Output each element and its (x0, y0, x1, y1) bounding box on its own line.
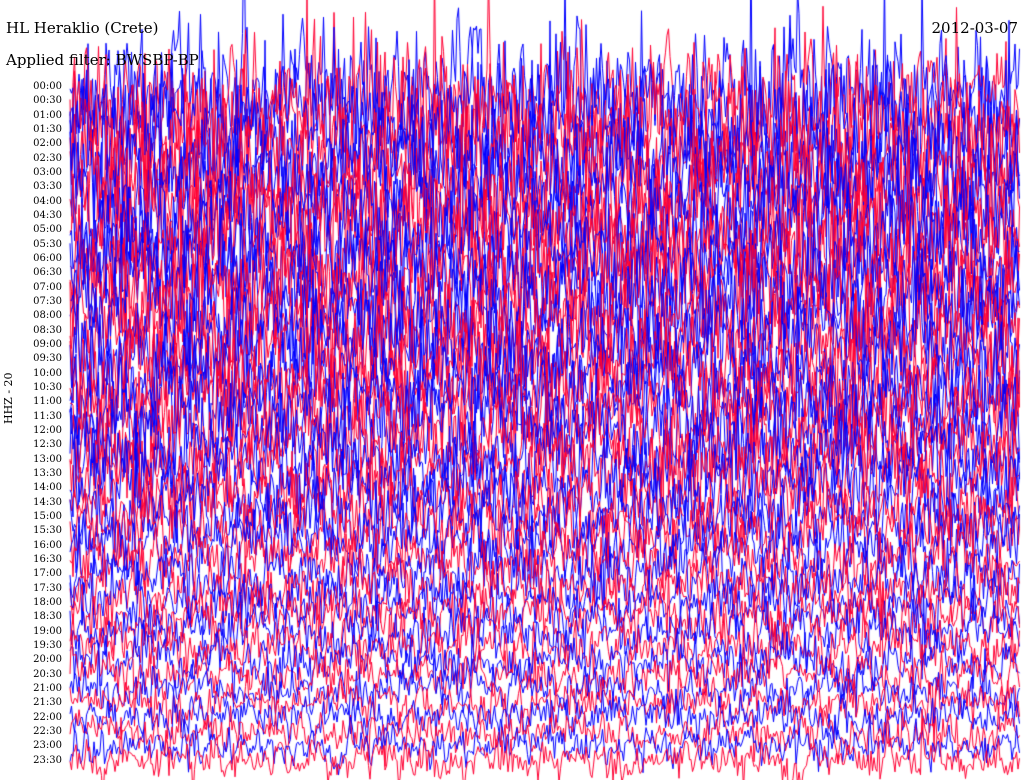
hour-label: 11:30 (33, 410, 62, 422)
hour-label: 22:30 (33, 725, 62, 737)
hour-label: 06:30 (33, 267, 62, 279)
hour-label: 15:30 (33, 525, 62, 537)
hour-label: 09:00 (33, 338, 62, 350)
hour-label: 10:30 (33, 381, 62, 393)
hour-label: 18:00 (33, 596, 62, 608)
hour-label: 16:30 (33, 553, 62, 565)
hour-label: 02:30 (33, 152, 62, 164)
hour-label: 01:00 (33, 109, 62, 121)
hour-label: 21:00 (33, 682, 62, 694)
hour-label: 09:30 (33, 353, 62, 365)
hour-label: 13:00 (33, 453, 62, 465)
hour-label: 14:30 (33, 496, 62, 508)
hour-label: 07:30 (33, 295, 62, 307)
hour-label: 16:00 (33, 539, 62, 551)
hour-label: 22:00 (33, 711, 62, 723)
hour-label: 07:00 (33, 281, 62, 293)
hour-label: 23:30 (33, 754, 62, 766)
seismogram-plot (0, 0, 1024, 780)
hour-label: 02:00 (33, 138, 62, 150)
hour-label: 03:00 (33, 166, 62, 178)
hour-label: 05:30 (33, 238, 62, 250)
hour-label: 12:00 (33, 424, 62, 436)
hour-label: 06:00 (33, 252, 62, 264)
hour-label: 03:30 (33, 181, 62, 193)
hour-label: 04:00 (33, 195, 62, 207)
hour-label: 04:30 (33, 209, 62, 221)
hour-label: 01:30 (33, 123, 62, 135)
hour-label: 21:30 (33, 697, 62, 709)
hour-label: 10:00 (33, 367, 62, 379)
hour-label: 18:30 (33, 611, 62, 623)
hour-label: 13:30 (33, 467, 62, 479)
hour-label: 15:00 (33, 510, 62, 522)
hour-label: 23:00 (33, 740, 62, 752)
hour-label: 19:30 (33, 639, 62, 651)
date-label: 2012-03-07 (931, 19, 1018, 37)
hour-label: 05:00 (33, 224, 62, 236)
hour-label: 08:30 (33, 324, 62, 336)
hour-label: 00:00 (33, 81, 62, 92)
hour-label: 00:30 (33, 95, 62, 107)
hour-label: 11:00 (33, 396, 62, 408)
hour-label: 17:30 (33, 582, 62, 594)
hour-label: 17:00 (33, 568, 62, 580)
hour-label: 20:30 (33, 668, 62, 680)
filter-label: Applied filter: BWSBP-BP (6, 51, 199, 69)
hour-label: 19:00 (33, 625, 62, 637)
hour-label: 14:00 (33, 482, 62, 494)
hour-label: 08:00 (33, 310, 62, 322)
station-title: HL Heraklio (Crete) (6, 19, 159, 37)
hour-label: 12:30 (33, 439, 62, 451)
hour-label: 20:00 (33, 654, 62, 666)
